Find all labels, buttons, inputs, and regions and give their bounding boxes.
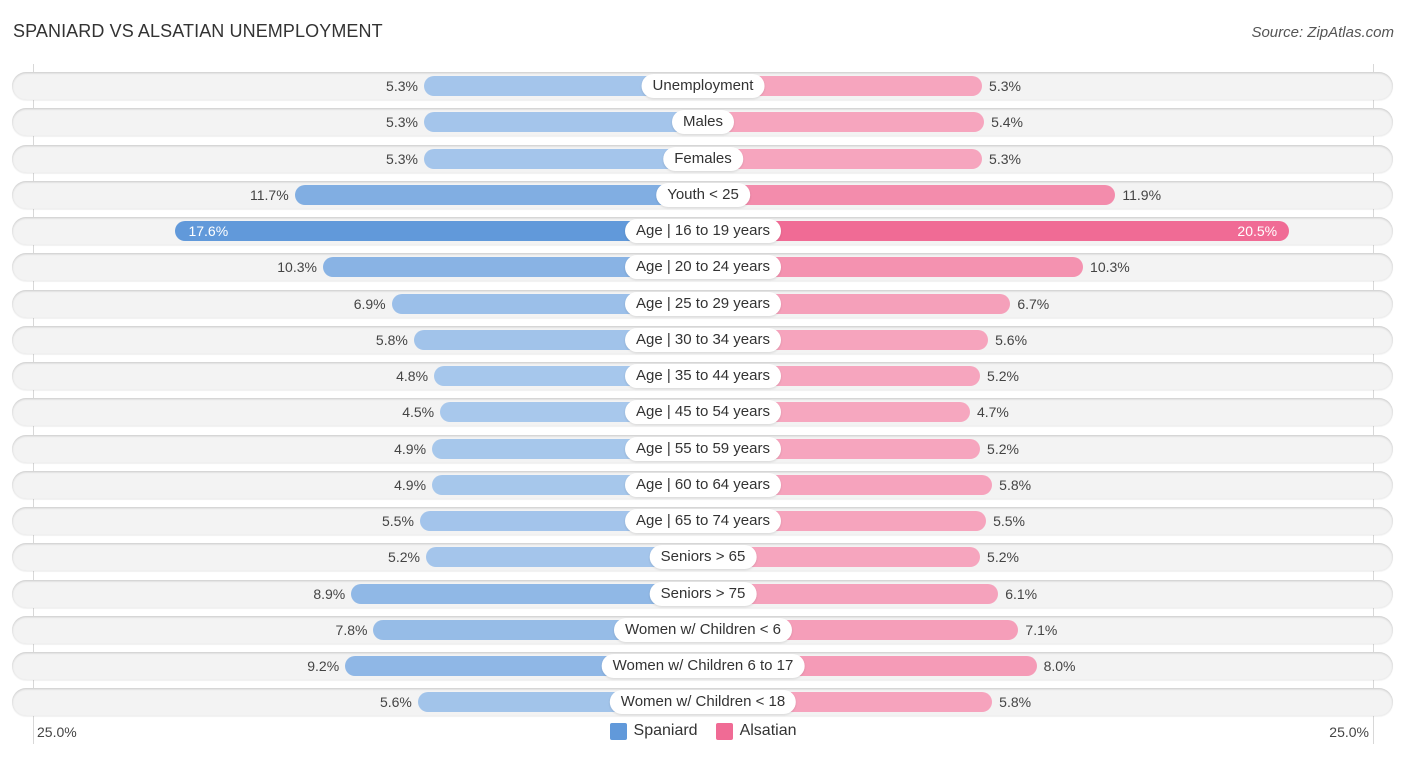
chart-row: 5.5% 5.5% Age | 65 to 74 years: [12, 507, 1393, 535]
category-label: Age | 30 to 34 years: [625, 327, 781, 352]
value-label-spaniard: 4.9%: [394, 476, 427, 493]
value-label-spaniard: 5.3%: [386, 114, 418, 131]
value-label-alsatian: 5.5%: [993, 513, 1026, 529]
value-label-alsatian: 5.3%: [989, 150, 1021, 167]
legend-item-spaniard[interactable]: Spaniard: [609, 722, 698, 740]
category-label: Women w/ Children < 6: [613, 617, 793, 642]
chart-row: 4.8% 5.2% Age | 35 to 44 years: [12, 362, 1393, 390]
chart-row: 5.3% 5.3% Unemployment: [12, 72, 1393, 100]
value-label-alsatian: 7.1%: [1025, 621, 1058, 638]
category-label: Age | 60 to 64 years: [625, 472, 781, 497]
category-label: Age | 16 to 19 years: [625, 219, 781, 243]
value-label-alsatian: 5.2%: [987, 440, 1019, 457]
chart-row: 5.2% 5.2% Seniors > 65: [12, 543, 1393, 572]
value-label-spaniard: 5.3%: [386, 78, 418, 94]
category-label: Age | 20 to 24 years: [625, 255, 781, 280]
bar-alsatian[interactable]: [703, 148, 983, 169]
legend-label-alsatian: Alsatian: [739, 722, 797, 739]
chart-title: SPANIARD VS ALSATIAN UNEMPLOYMENT: [13, 21, 383, 41]
value-label-spaniard: 4.9%: [394, 440, 427, 457]
value-label-alsatian: 8.0%: [1043, 658, 1076, 674]
category-label: Age | 45 to 54 years: [625, 400, 781, 425]
value-label-alsatian: 6.7%: [1017, 295, 1050, 312]
value-label-spaniard: 4.8%: [396, 368, 429, 384]
chart-row: 9.2% 8.0% Women w/ Children 6 to 17: [12, 652, 1393, 680]
value-label-alsatian: 5.2%: [987, 368, 1019, 384]
chart-row: 10.3% 10.3% Age | 20 to 24 years: [12, 253, 1393, 282]
category-label: Youth < 25: [656, 182, 750, 207]
category-label: Unemployment: [641, 74, 765, 98]
value-label-alsatian: 5.4%: [991, 114, 1023, 131]
value-label-spaniard: 5.8%: [375, 331, 408, 348]
chart-row: 6.9% 6.7% Age | 25 to 29 years: [12, 289, 1393, 318]
chart-row: 11.7% 11.9% Youth < 25: [12, 180, 1393, 209]
chart-row: 7.8% 7.1% Women w/ Children < 6: [12, 615, 1393, 644]
category-label: Males: [671, 110, 735, 135]
value-label-alsatian: 5.3%: [989, 78, 1021, 94]
value-label-alsatian: 10.3%: [1090, 259, 1130, 276]
value-label-spaniard: 5.5%: [381, 513, 414, 529]
legend-swatch-alsatian: [715, 722, 733, 740]
value-label-alsatian: 5.2%: [987, 549, 1019, 566]
value-label-alsatian: 5.8%: [999, 476, 1032, 493]
bar-spaniard[interactable]: [294, 184, 703, 205]
chart-row: 8.9% 6.1% Seniors > 75: [12, 579, 1393, 608]
category-label: Women w/ Children 6 to 17: [601, 654, 805, 678]
chart-row: 5.3% 5.3% Females: [12, 144, 1393, 173]
value-label-spaniard: 11.7%: [250, 186, 289, 203]
chart-row: 5.8% 5.6% Age | 30 to 34 years: [12, 325, 1393, 354]
category-label: Women w/ Children < 18: [609, 690, 797, 715]
value-label-alsatian: 6.1%: [1005, 585, 1038, 602]
legend-label-spaniard: Spaniard: [633, 722, 698, 739]
value-label-spaniard: 5.2%: [388, 549, 420, 566]
chart-row: 5.6% 5.8% Women w/ Children < 18: [12, 688, 1393, 717]
chart-row: 5.3% 5.4% Males: [12, 108, 1393, 137]
value-label-alsatian: 5.6%: [995, 331, 1028, 348]
category-label: Seniors > 75: [649, 581, 757, 606]
legend-swatch-spaniard: [609, 722, 627, 740]
category-label: Age | 65 to 74 years: [625, 509, 781, 533]
bar-spaniard[interactable]: [175, 221, 703, 241]
legend: Spaniard Alsatian: [0, 722, 1406, 740]
bar-spaniard[interactable]: [423, 148, 703, 169]
legend-item-alsatian[interactable]: Alsatian: [715, 722, 797, 740]
value-label-spaniard: 10.3%: [277, 259, 317, 276]
value-label-spaniard: 9.2%: [307, 658, 340, 674]
value-label-spaniard: 7.8%: [335, 621, 368, 638]
source-label: Source: ZipAtlas.com: [1251, 24, 1394, 41]
category-label: Seniors > 65: [649, 545, 757, 570]
chart-row: 4.9% 5.8% Age | 60 to 64 years: [12, 470, 1393, 499]
chart-row: 4.9% 5.2% Age | 55 to 59 years: [12, 434, 1393, 463]
value-label-spaniard: 17.6%: [188, 223, 229, 239]
value-label-spaniard: 5.6%: [379, 694, 412, 711]
bar-alsatian[interactable]: [703, 184, 1116, 205]
value-label-spaniard: 5.3%: [386, 150, 418, 167]
chart-row: 4.5% 4.7% Age | 45 to 54 years: [12, 398, 1393, 427]
category-label: Age | 25 to 29 years: [625, 291, 781, 316]
category-label: Age | 55 to 59 years: [625, 436, 781, 461]
value-label-alsatian: 20.5%: [1237, 223, 1278, 239]
value-label-spaniard: 8.9%: [313, 585, 346, 602]
value-label-spaniard: 4.5%: [402, 404, 435, 421]
bar-alsatian[interactable]: [703, 112, 985, 133]
category-label: Age | 35 to 44 years: [625, 364, 781, 388]
bar-spaniard[interactable]: [423, 112, 703, 133]
bar-alsatian[interactable]: [703, 221, 1290, 241]
value-label-alsatian: 4.7%: [976, 404, 1009, 421]
value-label-spaniard: 6.9%: [353, 295, 386, 312]
chart-row: 17.6% 20.5% Age | 16 to 19 years: [12, 217, 1393, 245]
category-label: Females: [663, 146, 743, 171]
value-label-alsatian: 5.8%: [999, 694, 1032, 711]
value-label-alsatian: 11.9%: [1122, 186, 1162, 203]
